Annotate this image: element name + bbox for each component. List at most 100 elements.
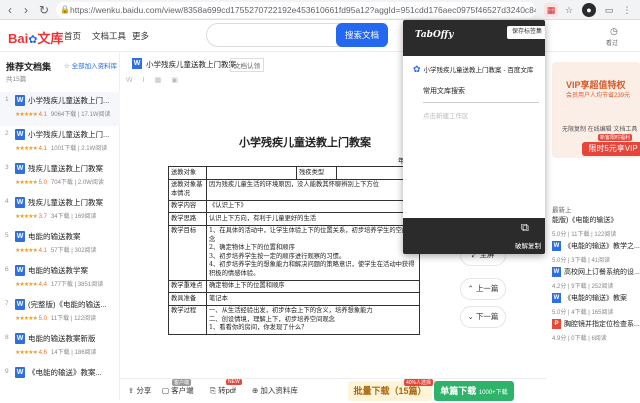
nav-more[interactable]: 更多 <box>132 30 149 42</box>
extension-icon[interactable]: ▦ <box>544 3 558 17</box>
item-downloads: 11下载 <box>50 316 70 322</box>
rating-stars-icon: ★★★★★ <box>15 214 38 220</box>
menu-icon[interactable]: ⋮ <box>620 3 634 17</box>
share-label: 分享 <box>136 386 152 395</box>
grid-icon[interactable]: ▦ <box>155 77 172 84</box>
table-row: 教具准备 笔记本 <box>168 292 420 306</box>
new-workspace-input[interactable]: 点击新建工作区 <box>423 110 469 120</box>
item-views: 2.0W阅读 <box>77 180 104 186</box>
item-title: 残疾儿童送教上门教案 <box>28 198 103 207</box>
single-download-button[interactable]: 单篇下载 1000+下载 <box>434 381 514 401</box>
single-download-label: 单篇下载 <box>440 386 477 396</box>
word-icon: W <box>15 265 25 276</box>
logo-bai: Bai <box>8 31 29 46</box>
row-value: 因为残疾儿童生活的环境原因，没人能教其怀聊辨别上下方位 <box>206 178 420 201</box>
next-doc-button[interactable]: ⌄ 下一篇 <box>460 306 506 328</box>
item-views: 186阅读 <box>74 350 97 356</box>
share-button[interactable]: ⇪ 分享 <box>128 385 151 396</box>
add-all-label: 全部加入资料库 <box>71 63 118 70</box>
sidebar-doc-item[interactable]: 3 W 残疾儿童送教上门教案 ★★★★★ 5.0 704下载 | 2.0W阅读 <box>0 160 120 194</box>
popup-divider <box>423 102 539 103</box>
copy-icon[interactable]: ⧉ <box>521 222 529 235</box>
row-key: 教学重难点 <box>168 279 207 293</box>
table-row: 送教对象基本情况 因为残疾儿童生活的环境原因，没人能教其怀聊辨别上下方位 <box>168 178 420 201</box>
search-button[interactable]: 搜索文档 <box>336 23 388 47</box>
address-bar[interactable]: 🔒 https://wenku.baidu.com/view/8358a699c… <box>56 2 536 18</box>
latest-doc-item[interactable]: P 胸腔镜并指定位检查系... 4.9分 | 0下载 | 6阅读 <box>552 318 640 348</box>
sidebar-doc-item[interactable]: 5 W 电能的输送教案 ★★★★★ 4.1 57下载 | 302阅读 <box>0 228 120 262</box>
item-meta: ★★★★★ 5.0 704下载 | 2.0W阅读 <box>15 180 104 186</box>
item-meta: 5.0分 | 11下载 | 122阅读 <box>552 232 617 238</box>
item-views: 3851阅读 <box>77 282 104 288</box>
item-number: 7 <box>5 300 9 307</box>
row-key: 教学过程 <box>168 304 207 335</box>
item-meta: ★★★★★ 5.0 11下载 | 122阅读 <box>15 316 97 322</box>
back-icon[interactable]: ‹ <box>2 2 18 18</box>
item-title: 小学残疾儿童送教上门... <box>28 130 110 139</box>
sidebar-doc-item[interactable]: 9 W 《电能的输送》教案... <box>0 364 120 398</box>
logo-wenku: 文库 <box>37 31 64 46</box>
nav-home[interactable]: 首页 <box>64 30 81 42</box>
save-tabset-button[interactable]: 保存标签集 <box>507 26 545 39</box>
to-pdf-button[interactable]: ⎘ 转pdf <box>210 385 236 396</box>
word-icon[interactable]: W <box>126 77 143 84</box>
row-value: 1、在具体的活动中，让学生体验上下的位置关系，初步培养学生的空间观念 2、确定物… <box>206 224 420 281</box>
item-number: 3 <box>5 164 9 171</box>
reload-icon[interactable]: ↻ <box>36 2 52 18</box>
item-downloads: 704下载 <box>50 180 73 186</box>
item-meta: 5.0分 | 4下载 | 165阅读 <box>552 310 614 316</box>
item-title: 《电能的输送》教学之... <box>564 243 640 250</box>
forward-icon[interactable]: › <box>18 2 34 18</box>
cursor-icon[interactable]: Ⅰ <box>143 77 155 84</box>
nav-doc-tools[interactable]: 文档工具 <box>92 30 126 42</box>
client-label: 客户端 <box>171 386 194 395</box>
item-meta: 5.0分 | 3下载 | 41阅读 <box>552 258 611 264</box>
item-downloads: 14下载 <box>50 350 70 356</box>
sidebar-doc-item[interactable]: 2 W 小学残疾儿童送教上门... ★★★★★ 4.1 1001下载 | 2.1W阅读 <box>0 126 120 160</box>
item-number: 5 <box>5 232 9 239</box>
client-button[interactable]: ▢ 客户端 <box>162 385 194 396</box>
lock-icon: 🔒 <box>60 5 70 14</box>
vip-offer-button[interactable]: 限时5元享VIP <box>582 142 640 156</box>
profile-icon[interactable]: ● <box>582 3 596 17</box>
item-meta: 4.2分 | 9下载 | 252阅读 <box>552 284 614 290</box>
sidebar-doc-item[interactable]: 7 W (完整版)《电能的输送... ★★★★★ 5.0 11下载 | 122阅读 <box>0 296 120 330</box>
item-number: 1 <box>5 96 9 103</box>
item-score: 5.0 <box>38 180 47 186</box>
item-meta: 4.9分 | 0下载 | 6阅读 <box>552 336 607 342</box>
row-value <box>206 166 297 180</box>
row-key: 教学内容 <box>168 199 207 213</box>
sidebar-doc-item[interactable]: 1 W 小学残疾儿童送教上门... ★★★★★ 4.1 9064下载 | 17.1W阅读 <box>0 92 120 126</box>
row-key: 教学思路 <box>168 212 207 226</box>
popup-site-row[interactable]: ✿ 小学残疾儿童送教上门教案 - 百度文库 <box>413 64 533 75</box>
rating-stars-icon: ★★★★★ <box>15 316 38 322</box>
claim-document-tag[interactable]: 文档认领 <box>230 58 264 72</box>
history-icon[interactable]: ◷ <box>610 26 618 37</box>
item-downloads: 177下载 <box>50 282 73 288</box>
row-extra: 残疾类型 <box>296 166 337 180</box>
image-icon[interactable]: ▣ <box>171 77 188 84</box>
item-meta: ★★★★★ 4.1 1001下载 | 2.1W阅读 <box>15 146 108 152</box>
baidu-wenku-logo[interactable]: Bai✿文库 <box>8 28 63 47</box>
prev-doc-button[interactable]: ⌃ 上一篇 <box>460 278 506 300</box>
sidebar-doc-item[interactable]: 4 W 残疾儿童送教上门教案 ★★★★★ 3.7 34下载 | 169阅读 <box>0 194 120 228</box>
item-meta: ★★★★★ 4.1 9064下载 | 17.1W阅读 <box>15 112 111 118</box>
popup-header: TabOffy 保存标签集 <box>403 20 545 56</box>
item-views: 2.1W阅读 <box>81 146 108 152</box>
popup-site-title: 小学残疾儿童送教上门教案 - 百度文库 <box>423 67 534 74</box>
sidebar-doc-item[interactable]: 6 W 电能的输送教学案 ★★★★★ 4.4 177下载 | 3851阅读 <box>0 262 120 296</box>
sidebar-icon[interactable]: ▭ <box>602 3 616 17</box>
item-views: 17.1W阅读 <box>81 112 111 118</box>
star-icon[interactable]: ☆ <box>562 3 576 17</box>
vip-banner[interactable]: VIP享超值特权 会员用户人均节省239元 无限复制 在线编辑 文档工具 限时5… <box>552 62 640 158</box>
add-to-library-button[interactable]: ⊕ 加入资料库 <box>252 385 298 396</box>
add-all-button[interactable]: ☆ 全部加入资料库 <box>64 60 117 70</box>
document-toolstrip: WⅠ▦▣ <box>126 76 406 90</box>
item-meta: ★★★★★ 4.4 177下载 | 3851阅读 <box>15 282 104 288</box>
popup-tag[interactable]: 常用文库搜索 <box>423 86 465 96</box>
sidebar-doc-item[interactable]: 8 W 电能的输送教案新版 ★★★★★ 4.6 14下载 | 186阅读 <box>0 330 120 364</box>
crack-copy-button[interactable]: 破解复制 <box>515 240 541 250</box>
history-label[interactable]: 看过 <box>606 38 618 47</box>
word-icon: W <box>552 267 561 277</box>
word-icon: W <box>15 163 25 174</box>
